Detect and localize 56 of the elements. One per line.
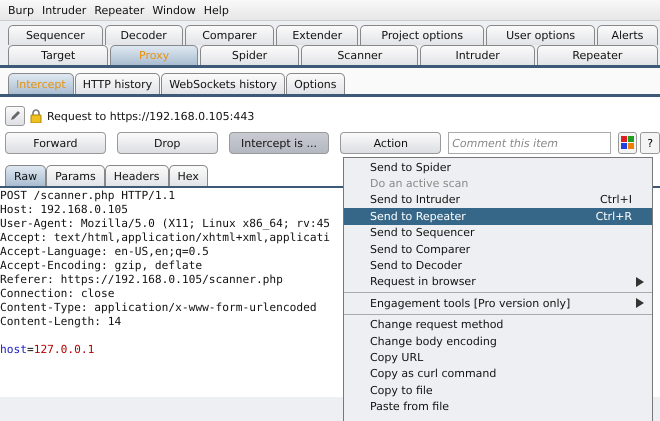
- tool-tab[interactable]: Spider: [200, 45, 300, 65]
- tool-tab[interactable]: Target: [8, 45, 108, 65]
- menu-item[interactable]: Window: [148, 4, 200, 16]
- request-line: Accept-Encoding: gzip, deflate: [0, 259, 202, 273]
- menu-item[interactable]: Send to Decoder: [344, 257, 652, 274]
- request-url-label: Request to https://192.168.0.105:443: [47, 110, 254, 122]
- message-tab[interactable]: Headers: [104, 165, 169, 186]
- request-line: POST /scanner.php HTTP/1.1: [0, 189, 176, 203]
- tool-tab[interactable]: Sequencer: [8, 25, 103, 45]
- tool-tab[interactable]: Extender: [276, 25, 358, 45]
- menu-item[interactable]: Send to Spider: [344, 159, 652, 176]
- menu-item[interactable]: Repeater: [90, 4, 148, 16]
- tool-tab[interactable]: Project options: [360, 25, 484, 45]
- request-line: Host: 192.168.0.105: [0, 203, 128, 217]
- toolbar-button[interactable]: Drop: [116, 132, 218, 154]
- menu-item[interactable]: Help: [200, 4, 233, 16]
- comment-field[interactable]: Comment this item: [448, 132, 611, 154]
- tool-tab[interactable]: Repeater: [536, 45, 658, 65]
- toolbar-button[interactable]: Forward: [5, 132, 106, 154]
- toolbar-button[interactable]: Intercept is ...: [228, 132, 330, 154]
- request-line: Referer: https://192.168.0.105/scanner.php: [0, 273, 283, 287]
- menu-item[interactable]: Send to Intruder Ctrl+I: [344, 192, 652, 208]
- request-line: Accept-Language: en-US,en;q=0.5: [0, 245, 209, 259]
- menu-item[interactable]: Change body encoding: [344, 332, 652, 350]
- tool-tab[interactable]: Scanner: [301, 45, 418, 65]
- tool-tab[interactable]: Decoder: [104, 25, 183, 45]
- request-line: Accept: text/html,application/xhtml+xml,applicati: [0, 231, 330, 245]
- tool-tab[interactable]: Alerts: [596, 25, 658, 45]
- menu-item[interactable]: Paste from file: [344, 398, 652, 415]
- menu-item[interactable]: Copy as curl command: [344, 366, 652, 382]
- request-line: Connection: close: [0, 287, 115, 301]
- request-body-line: host=127.0.0.1: [0, 343, 94, 357]
- sub-tab[interactable]: Options: [286, 73, 345, 94]
- sub-tab[interactable]: WebSockets history: [161, 73, 286, 94]
- menu-item[interactable]: Change request method: [344, 316, 652, 333]
- menu-item[interactable]: Send to Sequencer: [344, 224, 652, 241]
- menu-item[interactable]: Send to Comparer: [344, 240, 652, 258]
- request-line: User-Agent: Mozilla/5.0 (X11; Linux x86_64; rv:45: [0, 217, 330, 231]
- menu-item[interactable]: Request in browser: [344, 274, 652, 290]
- message-tab[interactable]: Hex: [168, 165, 208, 186]
- tool-tab[interactable]: User options: [486, 25, 595, 45]
- message-tab[interactable]: Params: [46, 165, 105, 186]
- message-tab[interactable]: Raw: [5, 165, 46, 186]
- sub-tab[interactable]: HTTP history: [74, 73, 160, 94]
- tool-tab[interactable]: Comparer: [184, 25, 274, 45]
- request-line: Content-Type: application/x-www-form-urlencoded: [0, 301, 317, 315]
- menu-item[interactable]: Copy URL: [344, 349, 652, 366]
- menu-item[interactable]: Intruder: [38, 4, 90, 16]
- request-line: Content-Length: 14: [0, 315, 122, 329]
- help-button[interactable]: ?: [640, 132, 660, 154]
- menu-item[interactable]: Copy to file: [344, 382, 652, 398]
- toolbar-button[interactable]: Action: [340, 132, 442, 154]
- tool-tab[interactable]: Intruder: [420, 45, 535, 65]
- menu-item[interactable]: Burp: [4, 4, 38, 16]
- menu-item[interactable]: Engagement tools [Pro version only]: [344, 295, 652, 312]
- menu-item[interactable]: Send to Repeater Ctrl+R: [344, 208, 652, 225]
